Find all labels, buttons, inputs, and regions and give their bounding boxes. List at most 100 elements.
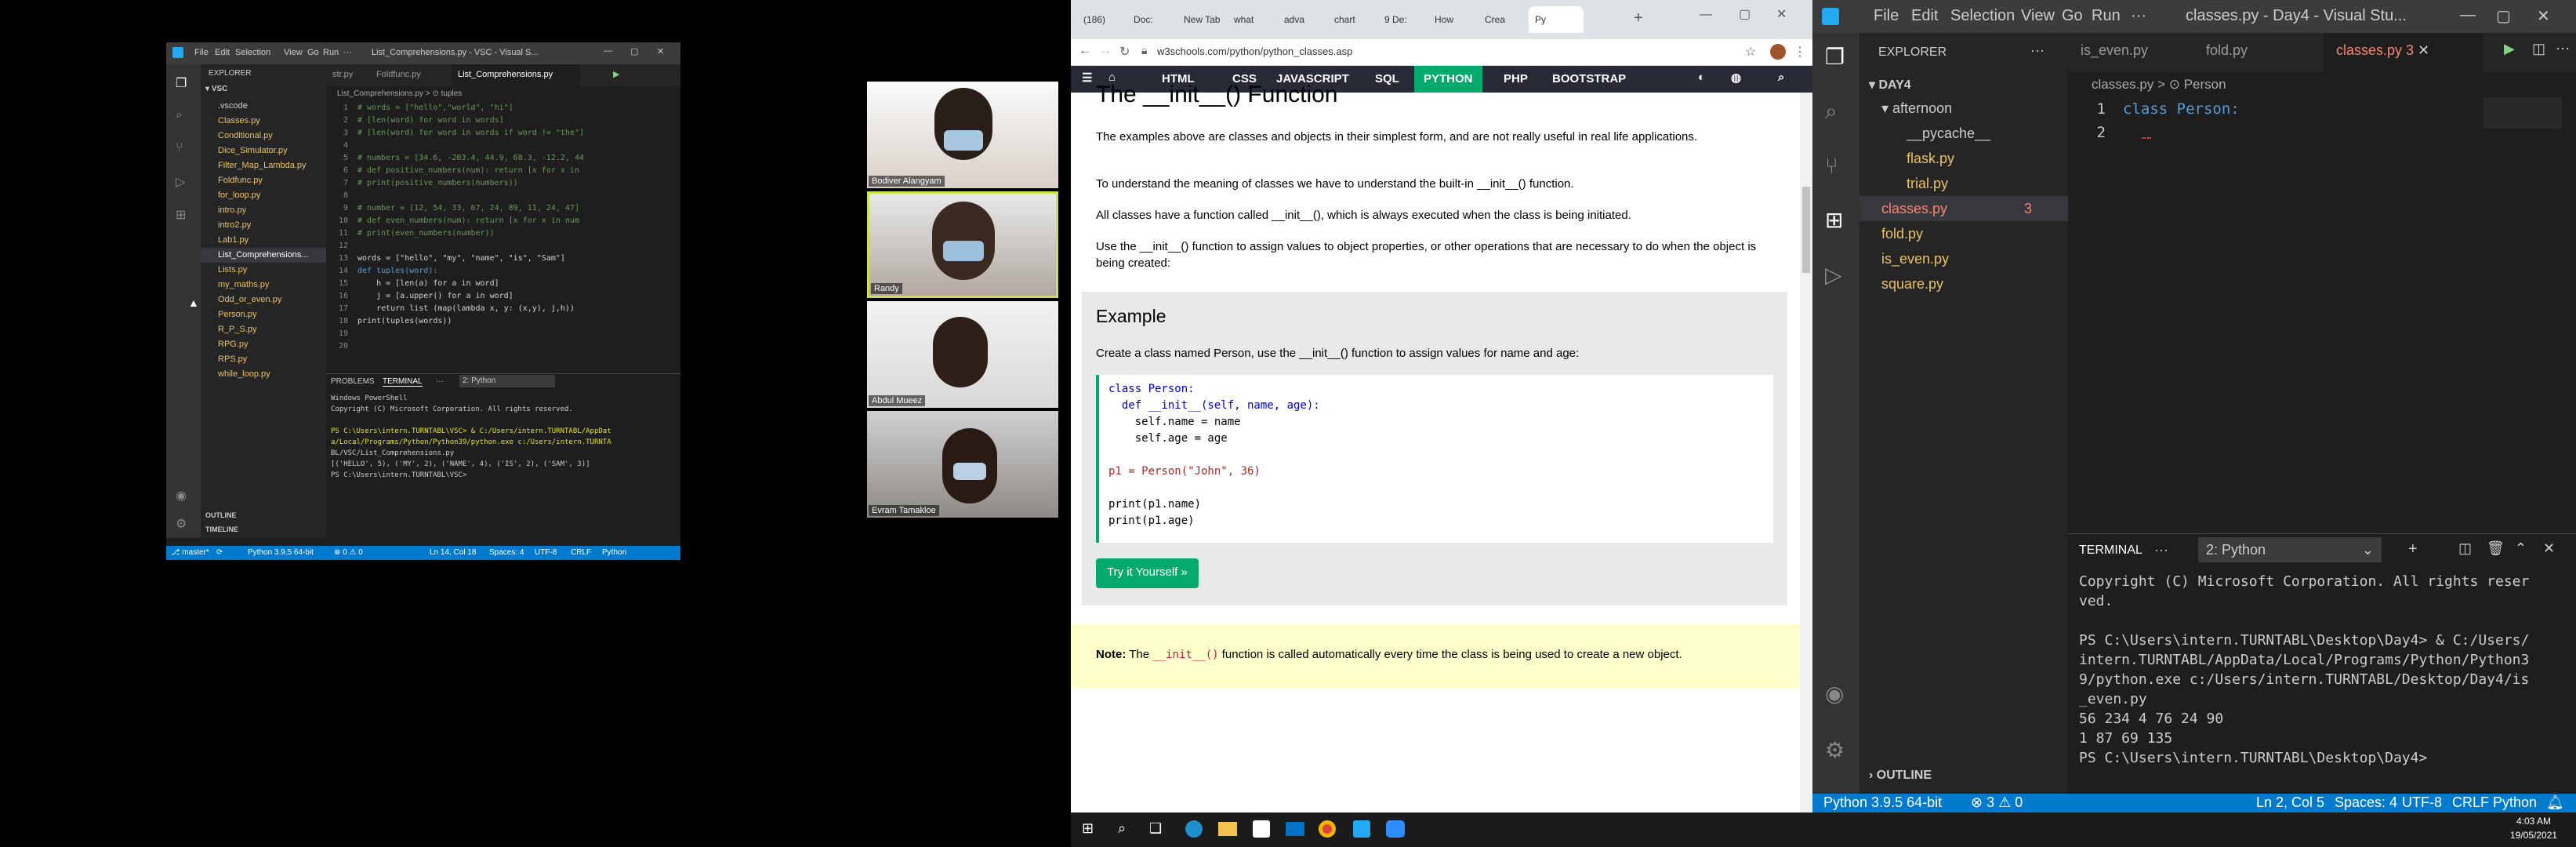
try-it-yourself-button[interactable]: Try it Yourself » [1096, 558, 1199, 588]
account-icon[interactable]: ◉ [1825, 681, 1844, 707]
search-icon[interactable]: ⌕ [1825, 99, 1838, 125]
split-editor-icon[interactable]: ◫ [2532, 41, 2545, 57]
code-editor[interactable]: 1 # words = ["hello","world", "hi"] 2 # [le… [326, 102, 680, 369]
files-icon[interactable]: ❐ [176, 75, 187, 91]
source-control-icon[interactable]: ⑂ [1825, 154, 1838, 179]
browser-tab[interactable]: 9 De: [1378, 6, 1427, 33]
explorer-more-icon[interactable]: ··· [2030, 42, 2044, 59]
edge-icon[interactable] [1185, 820, 1203, 838]
tab-foldfunc[interactable]: Foldfunc.py [376, 70, 421, 79]
menu-edit[interactable]: Edit [1911, 7, 1938, 25]
minimize-icon[interactable]: — [2460, 6, 2476, 24]
tree-item[interactable]: __pycache__ [1859, 121, 2068, 146]
scrollbar[interactable] [1800, 93, 1812, 812]
participant-tile[interactable]: Evram Tamakloe [867, 411, 1058, 518]
browser-tab[interactable]: chart [1328, 6, 1377, 33]
reload-icon[interactable]: ↻ [1119, 44, 1130, 60]
lock-icon[interactable]: 🔒︎ [1141, 44, 1147, 57]
minimap[interactable] [2483, 97, 2562, 129]
close-icon[interactable]: ✕ [2537, 6, 2550, 26]
chrome-icon[interactable] [1319, 820, 1336, 838]
close-icon[interactable]: ✕ [1776, 6, 1787, 22]
file-explorer-icon[interactable] [1218, 822, 1237, 836]
tab-fold[interactable]: fold.py [2206, 42, 2248, 59]
profile-avatar[interactable] [1770, 44, 1786, 60]
outline-section[interactable]: › OUTLINE [1869, 769, 1932, 783]
maximize-icon[interactable]: ▢ [2496, 6, 2511, 26]
minimize-icon[interactable]: — [1700, 8, 1712, 22]
tree-item[interactable]: trial.py [1859, 171, 2068, 196]
globe-icon[interactable]: ◍ [1731, 71, 1741, 85]
tab-terminal[interactable]: TERMINAL [383, 377, 423, 387]
python-interpreter[interactable]: Python 3.9.5 64-bit [248, 548, 314, 557]
git-branch[interactable]: ⎇ master* [171, 548, 209, 557]
source-control-icon[interactable]: ⑂ [176, 141, 183, 155]
folder-vsc[interactable]: ▾ VSC [205, 85, 227, 93]
menu-selection[interactable]: Selection [1950, 7, 2015, 25]
new-tab-icon[interactable]: + [1634, 9, 1643, 27]
tree-item[interactable]: Conditional.py [201, 129, 326, 144]
new-terminal-icon[interactable]: + [2408, 540, 2418, 558]
encoding[interactable]: UTF-8 [535, 548, 557, 557]
nav-bootstrap[interactable]: BOOTSTRAP [1552, 72, 1626, 85]
forward-icon[interactable]: → [1099, 44, 1112, 58]
tree-item[interactable]: RPG.py [201, 337, 326, 352]
clock-date[interactable]: 19/05/2021 [2510, 830, 2557, 841]
cursor-position[interactable]: Ln 14, Col 18 [430, 548, 477, 557]
menu-run[interactable]: Run [2092, 7, 2121, 25]
python-interpreter[interactable]: Python 3.9.5 64-bit [1823, 794, 1942, 811]
files-icon[interactable]: ❐ [1825, 44, 1845, 70]
account-icon[interactable]: ◉ [176, 488, 187, 503]
store-icon[interactable] [1253, 820, 1270, 838]
tree-item[interactable]: square.py [1859, 271, 2068, 296]
menu-edit[interactable]: Edit [215, 48, 230, 57]
url-field[interactable]: w3schools.com/python/python_classes.asp [1157, 45, 1352, 57]
language-mode[interactable]: Python [602, 548, 626, 557]
participant-tile-active[interactable]: Randy [867, 191, 1058, 298]
vscode-taskbar-icon[interactable] [1353, 820, 1370, 838]
problems-count[interactable]: ⊗ 0 ⚠ 0 [334, 548, 363, 557]
tree-item[interactable]: Foldfunc.py [201, 173, 326, 188]
browser-tab[interactable]: Doc: [1127, 6, 1176, 33]
browser-tab[interactable]: what [1228, 6, 1276, 33]
tree-item[interactable]: intro.py [201, 203, 326, 218]
tree-item[interactable]: Lists.py [201, 263, 326, 278]
browser-tab[interactable]: New Tab [1177, 6, 1226, 33]
search-icon[interactable]: ⌕ [1118, 820, 1126, 837]
run-icon[interactable]: ▶ [2504, 41, 2515, 57]
notifications-icon[interactable]: 🔔︎ [2546, 794, 2564, 811]
tree-item[interactable]: flask.py [1859, 146, 2068, 171]
tree-item[interactable]: RPS.py [201, 352, 326, 367]
tree-item[interactable]: .vscode [201, 99, 326, 114]
panel-more[interactable]: ··· [436, 377, 444, 386]
tab-is-even[interactable]: is_even.py [2081, 42, 2148, 59]
scrollbar-thumb[interactable] [1802, 187, 1810, 273]
close-icon[interactable]: ✕ [657, 46, 664, 56]
search-icon[interactable]: ⌕ [1778, 71, 1784, 84]
menu-view[interactable]: View [2021, 7, 2055, 25]
settings-gear-icon[interactable]: ⚙ [176, 516, 187, 532]
run-debug-icon[interactable]: ▷ [1825, 262, 1842, 288]
extensions-icon[interactable]: ⊞ [1825, 207, 1843, 233]
menu-file[interactable]: File [1874, 7, 1899, 25]
tree-item[interactable]: intro2.py [201, 218, 326, 233]
kill-terminal-icon[interactable]: 🗑︎ [2487, 540, 2505, 557]
extensions-icon[interactable]: ⊞ [176, 207, 186, 223]
mail-icon[interactable] [1286, 822, 1304, 836]
tree-item[interactable]: List_Comprehensions... [201, 248, 326, 263]
code-editor[interactable]: 1 class Person: 2 [2068, 97, 2576, 521]
participant-tile[interactable]: Bodiver Alangyam [867, 82, 1058, 188]
minimize-icon[interactable]: — [604, 46, 612, 56]
bookmark-star-icon[interactable]: ☆ [1745, 44, 1756, 60]
run-debug-icon[interactable]: ▷ [176, 174, 185, 190]
line-ending[interactable]: CRLF [2452, 794, 2489, 811]
dark-mode-icon[interactable]: ◐ [1698, 71, 1705, 84]
browser-tab[interactable]: (186) [1077, 6, 1126, 33]
hamburger-menu-icon[interactable]: ☰ [1082, 71, 1092, 85]
maximize-panel-icon[interactable]: ⌃ [2515, 540, 2527, 557]
tree-item[interactable]: Person.py [201, 307, 326, 322]
tree-item[interactable]: Odd_or_even.py [201, 293, 326, 307]
clock-time[interactable]: 4:03 AM [2516, 816, 2551, 827]
panel-more-icon[interactable]: ··· [2154, 542, 2168, 558]
maximize-icon[interactable]: ▢ [630, 46, 638, 56]
